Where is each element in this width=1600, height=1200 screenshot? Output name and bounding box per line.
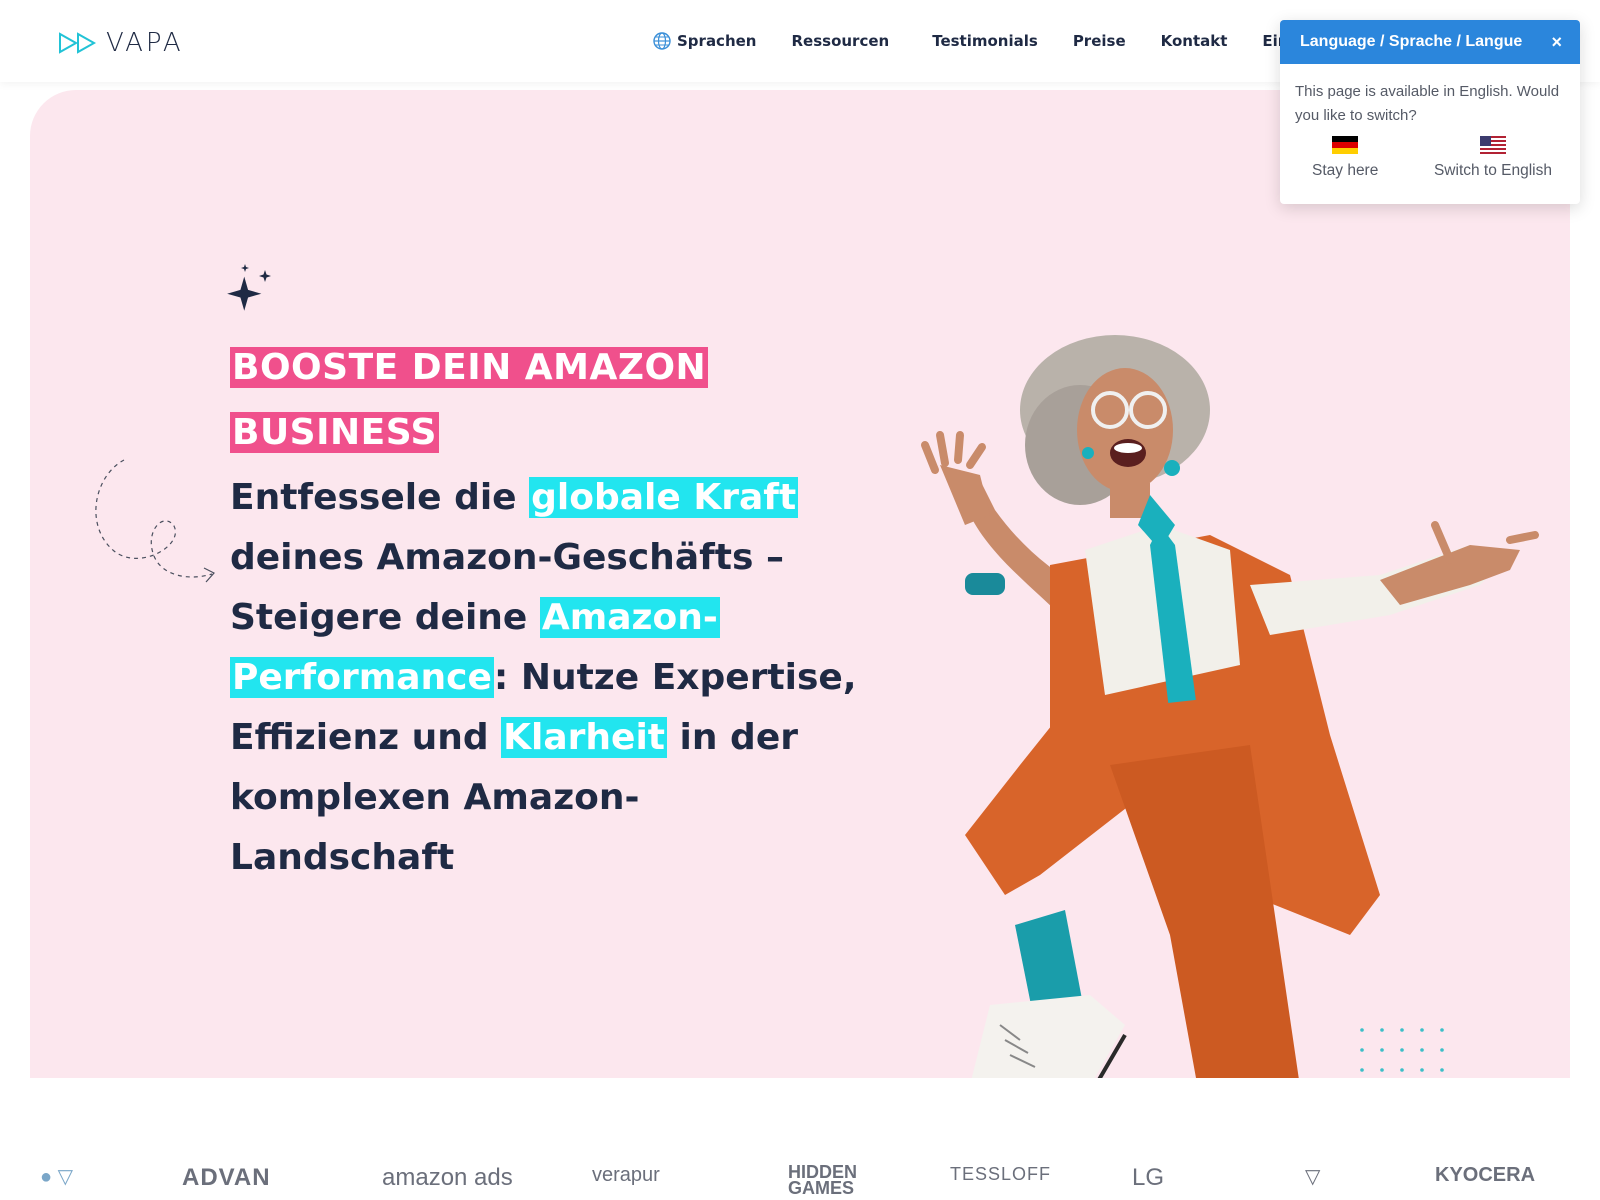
switch-to-english-label: Switch to English [1433, 162, 1552, 179]
nav-label: Ressourcen [791, 32, 890, 50]
partner-logo-verapur: verapur [592, 1164, 660, 1187]
nav-item-preise[interactable]: Preise [1073, 32, 1126, 50]
main-nav: Sprachen Ressourcen Testimonials Preise … [652, 30, 1336, 52]
partner-logo-hidden-games: HIDDEN GAMES [788, 1162, 858, 1198]
popup-title: Language / Sprache / Langue [1300, 33, 1523, 50]
partner-logo-triangle: ● ▽ [40, 1166, 74, 1188]
partner-logo-strip: ● ▽ ADVAN amazon ads verapur HIDDEN GAME… [0, 1160, 1600, 1200]
partner-logo-triangle: ▽ [1305, 1166, 1321, 1188]
hero-headline: BOOSTE DEIN AMAZON BUSINESS [230, 335, 850, 465]
play-forward-icon [59, 32, 97, 54]
hero-person-image [921, 335, 1539, 1078]
dot-grid-decoration [1360, 1028, 1444, 1072]
nav-label: Sprachen [677, 32, 757, 50]
partner-logo-text: verapur [592, 1164, 660, 1186]
vapa-logo[interactable]: VAPA [58, 28, 184, 58]
partner-logo-text: LG [1132, 1164, 1165, 1191]
popup-message: This page is available in English. Would… [1295, 83, 1560, 124]
switch-to-english-button[interactable]: Switch to English [1434, 136, 1552, 180]
partner-logo-text: ADVAN [182, 1164, 271, 1191]
partner-logo-lg: LG [1132, 1164, 1164, 1192]
partner-logo-text: KYOCERA [1435, 1164, 1536, 1186]
headline-line-2: BUSINESS [230, 412, 439, 453]
partner-logo-text: TESSLOFF [950, 1164, 1052, 1184]
us-flag-icon [1479, 136, 1506, 154]
hero-tagline: Entfessele die globale Kraft deines Amaz… [230, 468, 860, 888]
tagline-text: Entfessele die [230, 477, 530, 518]
nav-item-kontakt[interactable]: Kontakt [1161, 32, 1228, 50]
tagline-highlight: Klarheit [501, 717, 668, 758]
popup-header: Language / Sprache / Langue × [1280, 20, 1580, 64]
partner-logo-kyocera: KYOCERA [1435, 1164, 1535, 1187]
nav-item-ressourcen[interactable]: Ressourcen [791, 32, 889, 50]
close-icon[interactable]: × [1551, 32, 1562, 53]
headline-line-1: BOOSTE DEIN AMAZON [230, 347, 709, 388]
popup-options: Stay here Switch to English [1280, 128, 1580, 180]
partner-logo-text: amazon ads [382, 1164, 513, 1191]
logo-text: VAPA [106, 28, 184, 58]
tagline-highlight: globale Kraft [529, 477, 799, 518]
nav-item-testimonials[interactable]: Testimonials [932, 32, 1038, 50]
globe-icon [653, 32, 671, 50]
german-flag-icon [1332, 136, 1359, 154]
nav-label: Testimonials [932, 32, 1038, 50]
partner-logo-advan: ADVAN [182, 1164, 271, 1192]
dashed-arrow-decoration [95, 459, 215, 583]
nav-label: Kontakt [1160, 32, 1228, 50]
partner-logo-amazon-ads: amazon ads [382, 1164, 513, 1192]
nav-label: Preise [1072, 32, 1126, 50]
sparkle-icon [227, 264, 271, 311]
language-popup: Language / Sprache / Langue × This page … [1280, 20, 1580, 204]
partner-logo-text: HIDDEN GAMES [788, 1162, 858, 1198]
stay-here-button[interactable]: Stay here [1312, 136, 1378, 180]
hero-section: BOOSTE DEIN AMAZON BUSINESS Entfessele d… [30, 90, 1570, 1078]
nav-item-sprachen[interactable]: Sprachen [652, 31, 756, 51]
stay-here-label: Stay here [1312, 162, 1379, 179]
partner-logo-tessloff: TESSLOFF [950, 1164, 1051, 1185]
